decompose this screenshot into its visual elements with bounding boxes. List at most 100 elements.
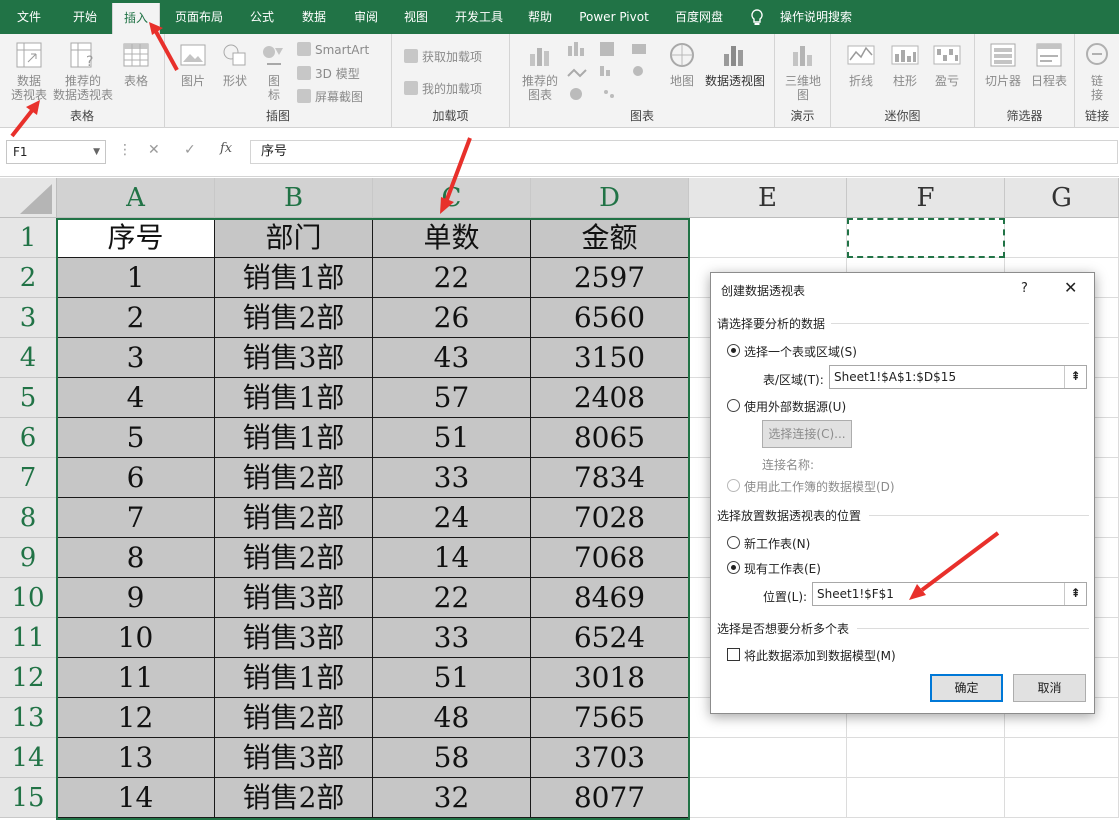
name-box[interactable]: F1 ▼ [6,140,106,164]
radio-new-worksheet[interactable] [727,536,740,549]
pivot-chart-button[interactable]: 数据透视图 [702,40,768,88]
header-cell[interactable]: 部门 [215,218,373,258]
3d-map-button[interactable]: 三维地 图 [781,40,825,102]
3d-model-button[interactable]: 3D 模型 [297,65,360,82]
recommended-pivot-button[interactable]: ? 推荐的 数据透视表 [52,40,114,102]
range-picker-icon[interactable]: ⇞ [1064,366,1086,388]
data-cell[interactable]: 销售2部 [215,698,373,738]
data-cell[interactable]: 7565 [531,698,689,738]
radio-select-range[interactable] [727,344,740,357]
row-header[interactable]: 5 [0,378,57,418]
ok-button[interactable]: 确定 [930,674,1003,702]
empty-cell[interactable] [847,738,1005,778]
data-cell[interactable]: 销售1部 [215,658,373,698]
tab-review[interactable]: 审阅 [344,0,388,34]
column-header-a[interactable]: A [57,178,215,218]
data-cell[interactable]: 3150 [531,338,689,378]
column-header-f[interactable]: F [847,178,1005,218]
row-header[interactable]: 2 [0,258,57,298]
data-cell[interactable]: 6524 [531,618,689,658]
row-header[interactable]: 4 [0,338,57,378]
data-cell[interactable]: 5 [57,418,215,458]
data-cell[interactable]: 6560 [531,298,689,338]
header-cell[interactable]: 序号 [57,218,215,258]
tab-power-pivot[interactable]: Power Pivot [572,0,656,34]
row-header[interactable]: 1 [0,218,57,258]
tell-me-search[interactable]: 操作说明搜索 [774,0,858,34]
data-cell[interactable]: 3703 [531,738,689,778]
data-cell[interactable]: 33 [373,458,531,498]
add-to-data-model-checkbox[interactable] [727,648,740,661]
data-cell[interactable]: 7834 [531,458,689,498]
sparkline-line-button[interactable]: 折线 [841,40,881,88]
data-cell[interactable]: 14 [373,538,531,578]
data-cell[interactable]: 7028 [531,498,689,538]
tab-help[interactable]: 帮助 [520,0,560,34]
radio-external-source[interactable] [727,399,740,412]
row-header[interactable]: 14 [0,738,57,778]
data-cell[interactable]: 7 [57,498,215,538]
data-cell[interactable]: 销售2部 [215,458,373,498]
data-cell[interactable]: 13 [57,738,215,778]
row-header[interactable]: 7 [0,458,57,498]
data-cell[interactable]: 销售2部 [215,538,373,578]
cancel-button[interactable]: 取消 [1013,674,1086,702]
data-cell[interactable]: 11 [57,658,215,698]
data-cell[interactable]: 43 [373,338,531,378]
data-cell[interactable]: 销售3部 [215,618,373,658]
recommended-charts-button[interactable]: 推荐的 图表 [518,40,562,102]
data-cell[interactable]: 22 [373,578,531,618]
select-all-corner[interactable] [0,178,57,218]
shapes-button[interactable]: 形状 [217,40,253,88]
data-cell[interactable]: 4 [57,378,215,418]
map-chart-button[interactable]: 地图 [666,40,698,88]
data-cell[interactable]: 22 [373,258,531,298]
tab-file[interactable]: 文件 [6,0,52,34]
formula-input[interactable]: 序号 [250,140,1118,164]
data-cell[interactable]: 3 [57,338,215,378]
data-cell[interactable]: 2408 [531,378,689,418]
target-cell-marquee[interactable] [847,218,1005,258]
data-cell[interactable]: 14 [57,778,215,818]
data-cell[interactable]: 51 [373,418,531,458]
empty-cell[interactable] [847,778,1005,818]
sparkline-column-button[interactable]: 柱形 [885,40,925,88]
close-icon[interactable]: ✕ [1064,278,1077,297]
enter-icon[interactable]: ✓ [184,142,196,158]
data-cell[interactable]: 32 [373,778,531,818]
insert-function-icon[interactable]: fx [220,141,232,156]
data-cell[interactable]: 8077 [531,778,689,818]
empty-cell[interactable] [1005,778,1119,818]
data-cell[interactable]: 24 [373,498,531,538]
empty-cell[interactable] [689,778,847,818]
header-cell[interactable]: 金额 [531,218,689,258]
radio-data-model[interactable] [727,479,740,492]
tab-data[interactable]: 数据 [292,0,336,34]
data-cell[interactable]: 33 [373,618,531,658]
data-cell[interactable]: 12 [57,698,215,738]
row-header[interactable]: 15 [0,778,57,818]
get-addins-button[interactable]: 获取加载项 [404,48,482,65]
slicer-button[interactable]: 切片器 [981,40,1025,88]
picture-button[interactable]: 图片 [175,40,211,88]
data-cell[interactable]: 8065 [531,418,689,458]
tab-formulas[interactable]: 公式 [240,0,284,34]
data-cell[interactable]: 销售2部 [215,778,373,818]
pivot-table-button[interactable]: 数据 透视表 [6,40,52,102]
screenshot-button[interactable]: 屏幕截图 [297,88,363,105]
data-cell[interactable]: 2597 [531,258,689,298]
smartart-button[interactable]: SmartArt [297,42,369,57]
tab-home[interactable]: 开始 [60,0,110,34]
row-header[interactable]: 13 [0,698,57,738]
data-cell[interactable]: 57 [373,378,531,418]
row-header[interactable]: 8 [0,498,57,538]
choose-connection-button[interactable]: 选择连接(C)... [762,420,852,448]
data-cell[interactable]: 26 [373,298,531,338]
header-cell[interactable]: 单数 [373,218,531,258]
data-cell[interactable]: 销售3部 [215,578,373,618]
data-cell[interactable]: 7068 [531,538,689,578]
empty-cell[interactable] [1005,218,1119,258]
data-cell[interactable]: 销售1部 [215,418,373,458]
row-header[interactable]: 12 [0,658,57,698]
location-picker-icon[interactable]: ⇞ [1064,583,1086,605]
